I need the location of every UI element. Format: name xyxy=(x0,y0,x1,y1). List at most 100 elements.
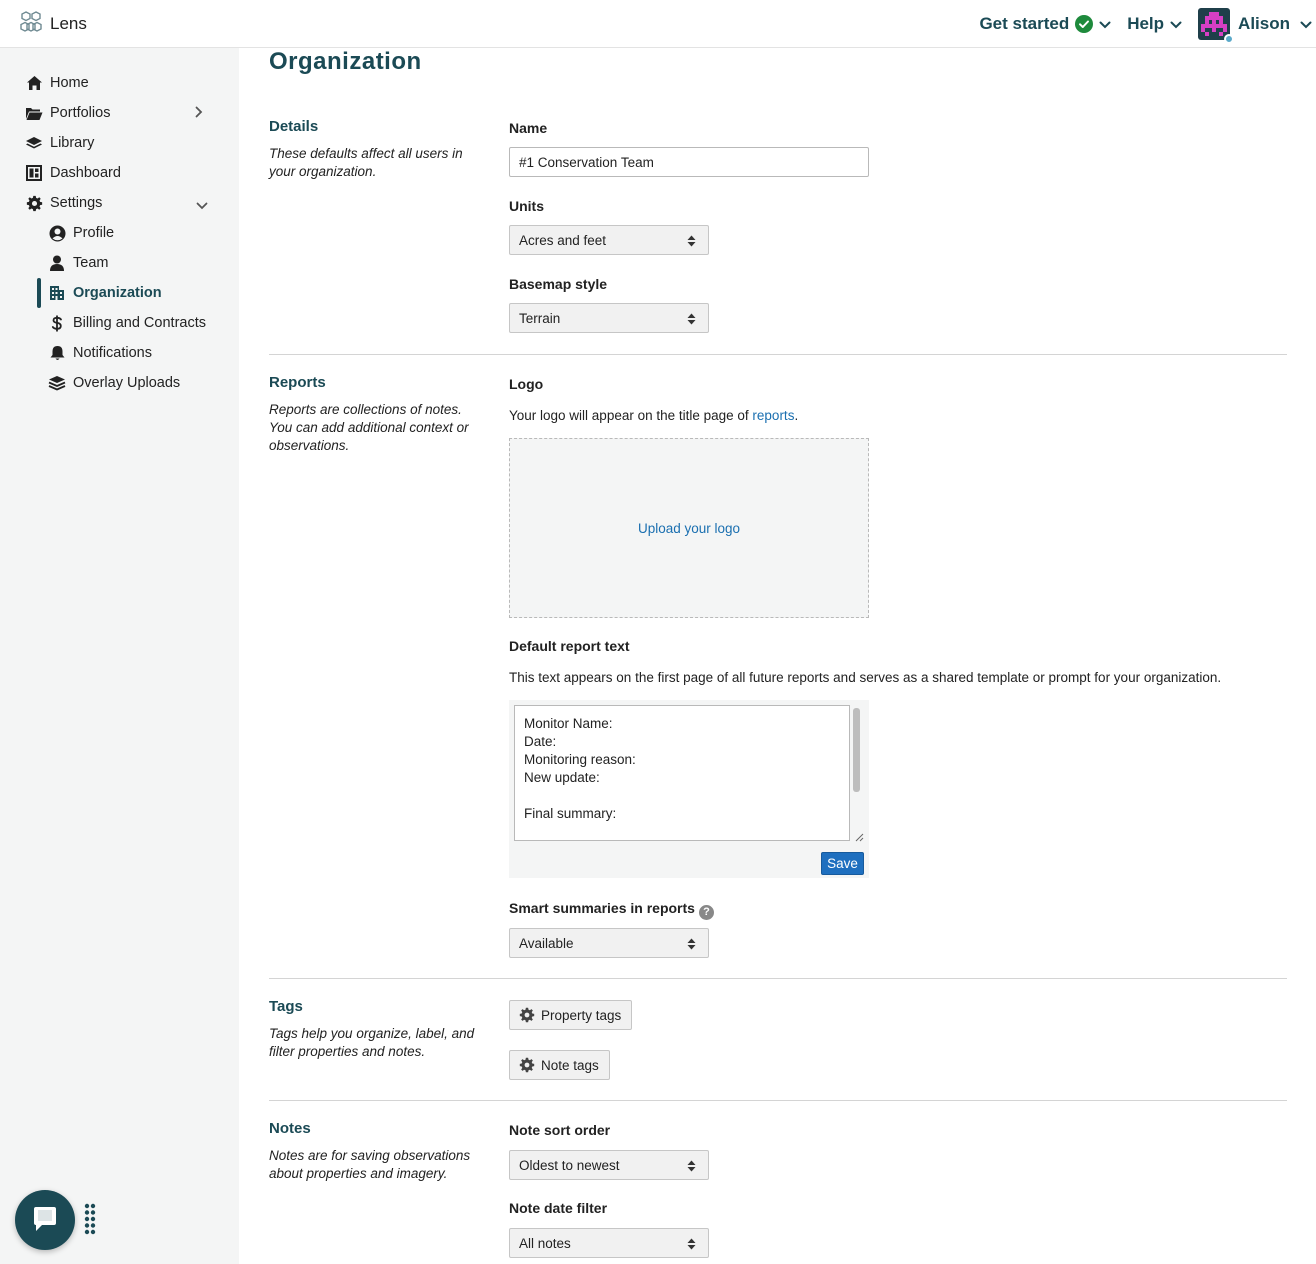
default-report-textarea[interactable]: Monitor Name: Date: Monitoring reason: N… xyxy=(514,705,850,841)
active-indicator xyxy=(37,278,41,308)
sidebar-item-home[interactable]: Home xyxy=(0,68,239,98)
chevron-down-icon xyxy=(1099,14,1111,34)
details-title: Details xyxy=(269,118,319,135)
select-arrows-icon xyxy=(687,313,696,328)
note-sort-value: Oldest to newest xyxy=(519,1157,620,1173)
sidebar-item-billing[interactable]: Billing and Contracts xyxy=(0,308,239,338)
reports-link[interactable]: reports xyxy=(752,408,794,423)
note-date-filter-label: Note date filter xyxy=(509,1200,608,1216)
gear-icon xyxy=(519,1007,535,1023)
default-report-text-editor: Monitor Name: Date: Monitoring reason: N… xyxy=(509,700,869,878)
notes-title: Notes xyxy=(269,1120,311,1137)
property-tags-button[interactable]: Property tags xyxy=(509,1000,633,1030)
avatar xyxy=(1198,8,1235,44)
question-circle-icon[interactable]: ? xyxy=(698,904,714,920)
sidebar-item-organization[interactable]: Organization xyxy=(0,278,239,308)
sidebar-item-label: Notifications xyxy=(73,345,152,361)
units-select[interactable]: Acres and feet xyxy=(509,225,709,255)
get-started-label: Get started xyxy=(979,14,1070,33)
note-tags-label: Note tags xyxy=(541,1057,599,1073)
gear-icon xyxy=(25,194,43,212)
dashboard-icon xyxy=(25,164,43,182)
chevron-down-icon xyxy=(1170,14,1182,34)
default-report-text-description: This text appears on the first page of a… xyxy=(509,670,1222,685)
chevron-down-icon xyxy=(1300,14,1312,34)
logo-label: Logo xyxy=(509,376,544,392)
building-icon xyxy=(48,284,66,302)
smart-summaries-select[interactable]: Available xyxy=(509,928,709,958)
units-value: Acres and feet xyxy=(519,232,607,248)
note-date-filter-select[interactable]: All notes xyxy=(509,1228,709,1258)
note-sort-label: Note sort order xyxy=(509,1122,611,1138)
page-title: Organization xyxy=(269,48,422,75)
sidebar-item-label: Home xyxy=(50,75,89,91)
bell-icon xyxy=(48,344,66,362)
user-name: Alison xyxy=(1238,14,1290,33)
section-divider xyxy=(269,1100,1287,1101)
logo-upload-area[interactable]: Upload your logo xyxy=(509,438,869,618)
save-button[interactable]: Save xyxy=(821,852,864,875)
lens-logo-icon xyxy=(18,10,44,37)
gear-icon xyxy=(519,1057,535,1073)
basemap-label: Basemap style xyxy=(509,276,608,292)
sidebar-item-library[interactable]: Library xyxy=(0,128,239,158)
sidebar: Home Portfolios Library Dashboard Settin… xyxy=(0,48,239,1264)
name-input[interactable] xyxy=(509,147,869,177)
note-date-filter-value: All notes xyxy=(519,1235,571,1251)
app-name: Lens xyxy=(50,13,87,33)
units-label: Units xyxy=(509,198,544,214)
chevron-right-icon xyxy=(195,106,203,122)
reports-title: Reports xyxy=(269,374,326,391)
sidebar-item-label: Settings xyxy=(50,195,103,211)
select-arrows-icon xyxy=(687,235,696,250)
basemap-value: Terrain xyxy=(519,310,561,326)
drag-handle-icon[interactable] xyxy=(84,1203,96,1238)
brand[interactable]: Lens xyxy=(18,10,87,37)
status-dot xyxy=(1224,34,1235,44)
chat-button[interactable] xyxy=(15,1190,75,1250)
dollar-icon xyxy=(48,314,66,332)
help-menu[interactable]: Help xyxy=(1127,14,1182,34)
stack-icon xyxy=(48,374,66,392)
layers-icon xyxy=(25,134,43,152)
resize-handle-icon[interactable] xyxy=(854,829,864,845)
basemap-select[interactable]: Terrain xyxy=(509,303,709,333)
user-icon xyxy=(48,254,66,272)
select-arrows-icon xyxy=(687,1160,696,1175)
sidebar-item-overlay-uploads[interactable]: Overlay Uploads xyxy=(0,368,239,398)
chat-bubble-icon xyxy=(30,1204,60,1237)
section-divider xyxy=(269,354,1287,355)
sidebar-item-profile[interactable]: Profile xyxy=(0,218,239,248)
user-circle-icon xyxy=(48,224,66,242)
sidebar-item-dashboard[interactable]: Dashboard xyxy=(0,158,239,188)
smart-summaries-value: Available xyxy=(519,935,574,951)
sidebar-item-label: Billing and Contracts xyxy=(73,315,206,331)
sidebar-item-settings[interactable]: Settings xyxy=(0,188,239,218)
sidebar-item-team[interactable]: Team xyxy=(0,248,239,278)
textarea-scrollbar[interactable] xyxy=(853,708,860,792)
select-arrows-icon xyxy=(687,938,696,953)
default-report-text-label: Default report text xyxy=(509,638,630,654)
sidebar-item-label: Dashboard xyxy=(50,165,121,181)
note-sort-select[interactable]: Oldest to newest xyxy=(509,1150,709,1180)
sidebar-item-label: Team xyxy=(73,255,109,271)
sidebar-item-notifications[interactable]: Notifications xyxy=(0,338,239,368)
sidebar-item-label: Organization xyxy=(73,285,162,301)
top-nav: Get started Help Alison xyxy=(979,0,1316,48)
sidebar-item-label: Profile xyxy=(73,225,115,241)
name-label: Name xyxy=(509,120,548,136)
top-bar: Lens Get started Help Alison xyxy=(0,0,1316,48)
get-started-menu[interactable]: Get started xyxy=(979,14,1111,34)
details-description: These defaults affect all users in your … xyxy=(269,146,463,179)
reports-description: Reports are collections of notes. You ca… xyxy=(269,402,469,453)
sidebar-item-portfolios[interactable]: Portfolios xyxy=(0,98,239,128)
sidebar-item-label: Library xyxy=(50,135,95,151)
logo-description: Your logo will appear on the title page … xyxy=(509,408,799,423)
note-tags-button[interactable]: Note tags xyxy=(509,1050,610,1080)
home-icon xyxy=(25,74,43,92)
smart-summaries-label: Smart summaries in reports? xyxy=(509,900,714,920)
help-label: Help xyxy=(1127,14,1165,33)
sidebar-item-label: Overlay Uploads xyxy=(73,375,181,391)
upload-logo-link[interactable]: Upload your logo xyxy=(638,521,740,536)
user-menu[interactable]: Alison xyxy=(1198,8,1312,44)
